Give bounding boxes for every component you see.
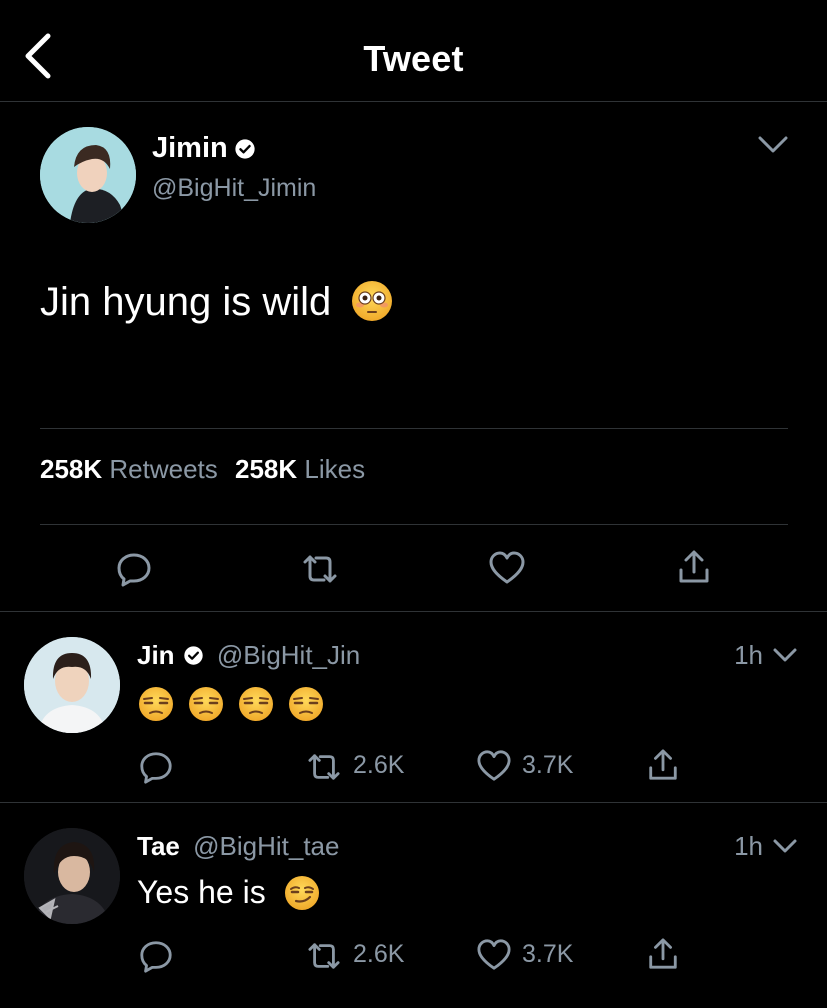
author-name[interactable]: Jimin bbox=[152, 132, 228, 164]
reply-button[interactable] bbox=[138, 749, 174, 790]
share-button[interactable] bbox=[646, 747, 680, 788]
retweet-button[interactable] bbox=[305, 751, 343, 788]
chevron-down-icon bbox=[773, 648, 797, 662]
avatar[interactable] bbox=[40, 127, 136, 223]
retweets-label[interactable]: Retweets bbox=[109, 454, 217, 484]
retweets-count[interactable]: 258K bbox=[40, 454, 102, 484]
tweet-stats: 258K Retweets 258K Likes bbox=[40, 454, 365, 485]
page-title: Tweet bbox=[363, 38, 464, 79]
reply-author-row: Tae @BigHit_tae bbox=[137, 831, 339, 862]
reply-icon bbox=[140, 752, 172, 784]
reply-item[interactable]: Tae @BigHit_tae 1h Yes he is 2.6K 3.7K bbox=[0, 804, 827, 1008]
divider bbox=[40, 524, 788, 525]
like-button[interactable] bbox=[476, 749, 512, 788]
divider bbox=[40, 428, 788, 429]
retweet-icon bbox=[303, 555, 337, 583]
reply-time: 1h bbox=[734, 831, 763, 861]
top-bar: Tweet bbox=[0, 0, 827, 102]
reply-author-name[interactable]: Tae bbox=[137, 831, 180, 861]
chevron-down-icon bbox=[773, 839, 797, 853]
share-button[interactable] bbox=[676, 548, 712, 591]
chevron-down-icon bbox=[758, 136, 788, 153]
reply-author-name[interactable]: Jin bbox=[137, 640, 175, 670]
smirking-face-emoji-icon bbox=[284, 875, 319, 910]
author-handle[interactable]: @BigHit_Jimin bbox=[152, 174, 316, 203]
flushed-face-emoji-icon bbox=[352, 281, 393, 322]
heart-icon bbox=[477, 750, 511, 781]
reply-item[interactable]: Jin @BigHit_Jin 1h 2.6K 3.7K bbox=[0, 613, 827, 803]
share-icon bbox=[649, 749, 677, 780]
reply-icon bbox=[117, 553, 151, 587]
reply-button[interactable] bbox=[115, 550, 153, 593]
retweet-icon bbox=[308, 943, 340, 969]
main-tweet: Jimin @BigHit_Jimin Jin hyung is wild 25… bbox=[0, 102, 827, 612]
reply-menu-button[interactable] bbox=[772, 836, 798, 861]
unamused-face-emoji-icon bbox=[139, 686, 173, 721]
reply-author-handle[interactable]: @BigHit_Jin bbox=[217, 640, 360, 670]
retweet-button[interactable] bbox=[305, 940, 343, 977]
avatar[interactable] bbox=[24, 828, 120, 924]
like-button[interactable] bbox=[476, 938, 512, 977]
heart-icon bbox=[489, 551, 525, 584]
unamused-face-emoji-icon bbox=[288, 686, 323, 721]
like-button[interactable] bbox=[488, 550, 526, 591]
verified-badge-icon bbox=[183, 645, 203, 665]
like-count: 3.7K bbox=[522, 940, 574, 968]
retweet-button[interactable] bbox=[300, 552, 340, 591]
retweet-icon bbox=[308, 754, 340, 780]
share-button[interactable] bbox=[646, 936, 680, 977]
heart-icon bbox=[477, 939, 511, 970]
verified-badge-icon bbox=[235, 139, 255, 159]
retweet-count: 2.6K bbox=[353, 751, 405, 779]
likes-label[interactable]: Likes bbox=[304, 454, 365, 484]
reply-icon bbox=[140, 941, 172, 973]
reply-author-row: Jin @BigHit_Jin bbox=[137, 640, 360, 671]
unamused-face-emoji-icon bbox=[188, 686, 223, 721]
unamused-face-emoji-icon bbox=[238, 686, 273, 721]
likes-count[interactable]: 258K bbox=[235, 454, 297, 484]
share-icon bbox=[679, 550, 709, 583]
reply-text bbox=[137, 683, 325, 723]
reply-text: Yes he is bbox=[137, 874, 321, 912]
like-count: 3.7K bbox=[522, 751, 574, 779]
tweet-menu-button[interactable] bbox=[756, 132, 790, 161]
share-icon bbox=[649, 938, 677, 969]
reply-author-handle[interactable]: @BigHit_tae bbox=[193, 831, 339, 861]
reply-time: 1h bbox=[734, 640, 763, 670]
avatar[interactable] bbox=[24, 637, 120, 733]
reply-menu-button[interactable] bbox=[772, 645, 798, 670]
reply-button[interactable] bbox=[138, 938, 174, 979]
retweet-count: 2.6K bbox=[353, 940, 405, 968]
tweet-text: Jin hyung is wild bbox=[40, 280, 394, 325]
